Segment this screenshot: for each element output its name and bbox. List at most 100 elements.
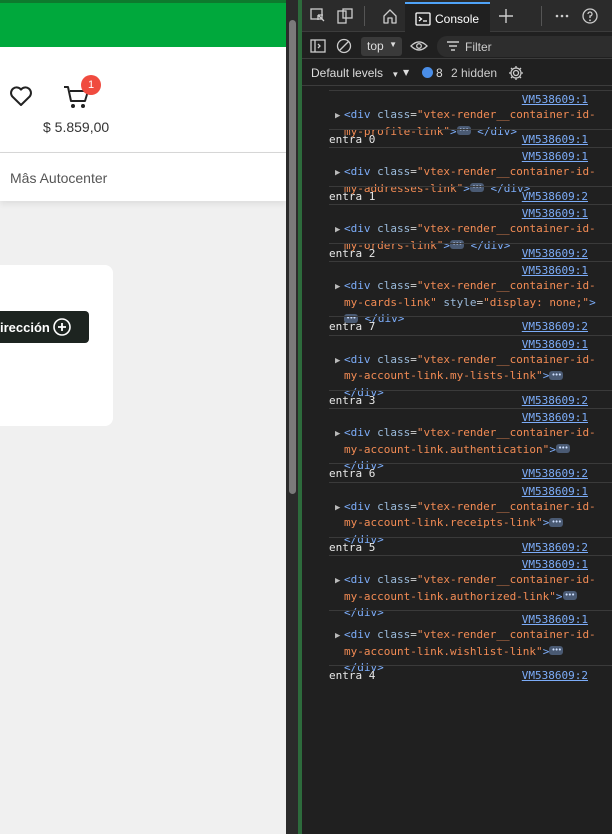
console-toolbar: top ▼ Filter bbox=[302, 33, 612, 59]
device-emulation-icon[interactable] bbox=[337, 8, 353, 24]
console-message-text: entra 5 bbox=[329, 540, 376, 554]
expand-triangle-icon[interactable]: ▶ bbox=[335, 356, 340, 366]
collapsed-ellipsis-icon[interactable] bbox=[549, 514, 564, 530]
page-scrollbar[interactable] bbox=[286, 0, 298, 834]
expand-triangle-icon[interactable]: ▶ bbox=[335, 631, 340, 641]
plus-circle-icon bbox=[53, 318, 71, 336]
tab-console[interactable]: Console bbox=[405, 2, 490, 32]
console-element-entry[interactable]: VM538609:1 ▶ <div class="vtex-render__cont… bbox=[329, 481, 612, 546]
message-count[interactable]: 8 bbox=[422, 66, 443, 80]
collapsed-ellipsis-icon[interactable] bbox=[549, 367, 564, 383]
console-message-text: entra 3 bbox=[329, 393, 376, 407]
message-count-value: 8 bbox=[436, 66, 443, 80]
console-message[interactable]: entra 2 VM538609:2 bbox=[329, 242, 612, 262]
console-element-entry[interactable]: VM538609:1 ▶ <div class="vtex-render__cont… bbox=[329, 334, 612, 399]
console-element-entry[interactable]: VM538609:1 ▶ <div class="vtex-render__cont… bbox=[329, 261, 612, 326]
console-message-text: entra 1 bbox=[329, 189, 376, 203]
clear-console-icon[interactable] bbox=[336, 38, 352, 54]
console-message-text: entra 6 bbox=[329, 467, 376, 480]
devtools-tab-bar: Console bbox=[302, 0, 612, 32]
source-link[interactable]: VM538609:1 bbox=[522, 613, 588, 626]
source-link[interactable]: VM538609:2 bbox=[522, 247, 588, 260]
tab-console-label: Console bbox=[435, 12, 480, 26]
collapsed-ellipsis-icon[interactable] bbox=[549, 642, 564, 659]
inspect-element-icon[interactable] bbox=[310, 8, 326, 24]
console-message[interactable]: entra 1 VM538609:2 bbox=[329, 185, 612, 205]
source-link[interactable]: VM538609:2 bbox=[522, 320, 588, 333]
source-link[interactable]: VM538609:2 bbox=[522, 394, 588, 407]
console-element-entry[interactable]: VM538609:1 ▶ <div class="vtex-render__cont… bbox=[329, 90, 612, 139]
address-card bbox=[0, 265, 113, 426]
add-address-label: irección bbox=[0, 320, 50, 335]
console-log[interactable]: VM538609:1 ▶ <div class="vtex-render__cont… bbox=[302, 90, 612, 834]
expand-triangle-icon[interactable]: ▶ bbox=[335, 576, 340, 586]
message-count-icon bbox=[422, 67, 433, 78]
source-link[interactable]: VM538609:2 bbox=[522, 190, 588, 203]
console-element-entry[interactable]: VM538609:1 ▶ <div class="vtex-render__cont… bbox=[329, 408, 612, 472]
screen: 1 $ 5.859,00 Mâs Autocenter irección Con… bbox=[0, 0, 612, 834]
expand-triangle-icon[interactable]: ▶ bbox=[335, 225, 340, 235]
console-message-text: entra 7 bbox=[329, 320, 376, 333]
source-link[interactable]: VM538609:2 bbox=[522, 669, 588, 682]
collapsed-ellipsis-icon[interactable] bbox=[562, 587, 577, 604]
chevron-down-icon: ▼ bbox=[389, 40, 397, 49]
heart-icon[interactable] bbox=[9, 85, 33, 107]
help-icon[interactable] bbox=[582, 8, 598, 24]
console-message-text: entra 0 bbox=[329, 132, 376, 146]
expand-triangle-icon[interactable]: ▶ bbox=[335, 503, 340, 513]
tab-separator bbox=[541, 6, 542, 26]
hidden-count: 2 hidden bbox=[451, 66, 498, 80]
console-message[interactable]: entra 7 VM538609:2 bbox=[329, 316, 612, 335]
console-levels-bar: Default levels ▼ ▼ 8 2 hidden bbox=[302, 60, 612, 86]
console-settings-gear-icon[interactable] bbox=[508, 65, 524, 81]
source-link[interactable]: VM538609:1 bbox=[522, 150, 588, 163]
source-link[interactable]: VM538609:1 bbox=[522, 558, 588, 571]
console-element-entry[interactable]: VM538609:1 ▶ <div class="vtex-render__cont… bbox=[329, 147, 612, 196]
nav-link-mas-autocenter[interactable]: Mâs Autocenter bbox=[10, 170, 107, 186]
source-link[interactable]: VM538609:1 bbox=[522, 264, 588, 277]
more-options-icon[interactable] bbox=[554, 8, 570, 24]
live-expression-eye-icon[interactable] bbox=[410, 40, 428, 52]
expand-triangle-icon[interactable]: ▶ bbox=[335, 429, 340, 439]
expand-triangle-icon[interactable]: ▶ bbox=[335, 282, 340, 292]
cart-total-price: $ 5.859,00 bbox=[43, 119, 110, 135]
nav-bar: Mâs Autocenter bbox=[0, 153, 286, 201]
site-header: 1 $ 5.859,00 bbox=[0, 47, 286, 153]
console-element-entry[interactable]: VM538609:1 ▶ <div class="vtex-render__cont… bbox=[329, 555, 612, 619]
cart-count-badge: 1 bbox=[81, 75, 101, 95]
console-element-entry[interactable]: VM538609:1 ▶ <div class="vtex-render__cont… bbox=[329, 204, 612, 253]
expand-triangle-icon[interactable]: ▶ bbox=[335, 111, 340, 121]
top-green-bar bbox=[0, 0, 286, 47]
web-page: 1 $ 5.859,00 Mâs Autocenter irección bbox=[0, 0, 286, 834]
add-address-button[interactable]: irección bbox=[0, 311, 89, 343]
console-message[interactable]: entra 4 VM538609:2 bbox=[329, 665, 612, 684]
log-levels-select[interactable]: Default levels ▼ bbox=[311, 66, 399, 80]
source-link[interactable]: VM538609:2 bbox=[522, 541, 588, 554]
console-message[interactable]: entra 3 VM538609:2 bbox=[329, 389, 612, 409]
execution-context-select[interactable]: top ▼ bbox=[361, 37, 402, 56]
tab-separator bbox=[364, 6, 365, 26]
console-message[interactable]: entra 6 VM538609:2 bbox=[329, 463, 612, 482]
console-message[interactable]: entra 5 VM538609:2 bbox=[329, 536, 612, 556]
source-link[interactable]: VM538609:1 bbox=[522, 207, 588, 220]
add-tab-icon[interactable] bbox=[498, 8, 514, 24]
scrollbar-thumb[interactable] bbox=[289, 20, 296, 494]
console-icon bbox=[415, 12, 431, 26]
chevron-down-icon: ▼ bbox=[391, 70, 400, 79]
filter-input[interactable]: Filter bbox=[437, 36, 612, 57]
console-message[interactable]: entra 0 VM538609:1 bbox=[329, 128, 612, 148]
source-link[interactable]: VM538609:1 bbox=[522, 411, 588, 424]
source-link[interactable]: VM538609:1 bbox=[522, 93, 588, 106]
execution-context-value: top bbox=[367, 39, 384, 53]
collapsed-ellipsis-icon[interactable] bbox=[555, 440, 570, 457]
source-link[interactable]: VM538609:1 bbox=[522, 338, 588, 351]
welcome-home-icon[interactable] bbox=[382, 8, 398, 24]
filter-placeholder: Filter bbox=[465, 40, 492, 54]
source-link[interactable]: VM538609:2 bbox=[522, 467, 588, 480]
sidebar-toggle-icon[interactable] bbox=[310, 39, 326, 53]
console-element-entry[interactable]: VM538609:1 ▶ <div class="vtex-render__cont… bbox=[329, 610, 612, 674]
expand-triangle-icon[interactable]: ▶ bbox=[335, 168, 340, 178]
source-link[interactable]: VM538609:1 bbox=[522, 485, 588, 498]
source-link[interactable]: VM538609:1 bbox=[522, 133, 588, 146]
chevron-down-icon[interactable]: ▼ bbox=[403, 68, 409, 77]
